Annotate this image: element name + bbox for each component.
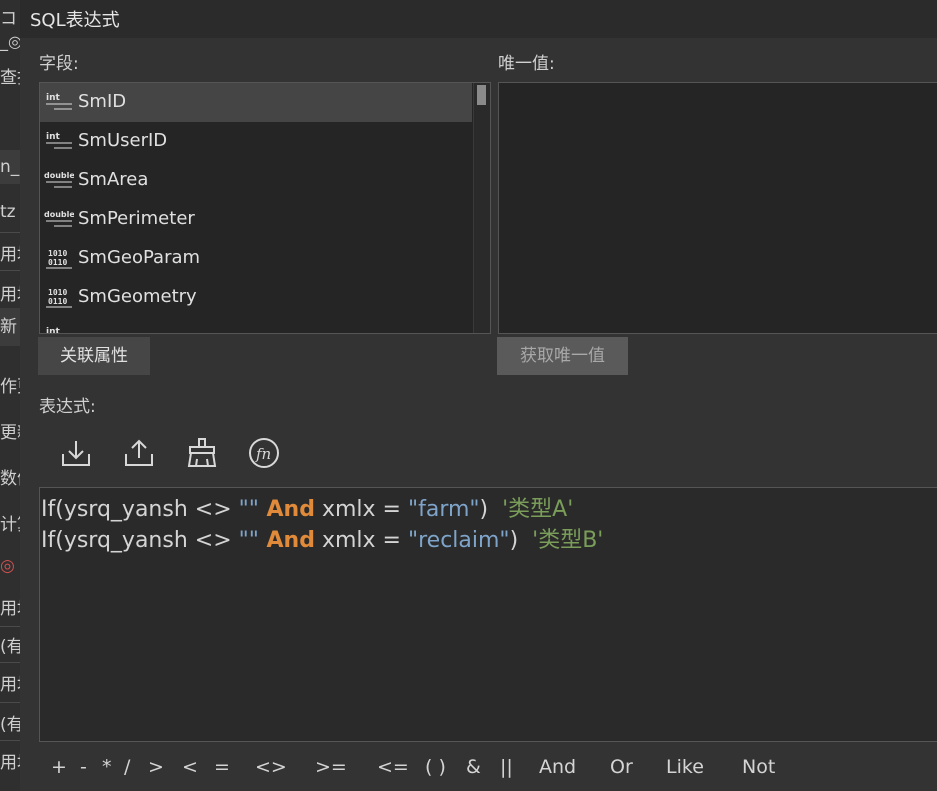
background-fragment: 更新 [0, 423, 20, 443]
expression-label: 表达式: [39, 397, 96, 417]
double-type-icon: double [44, 210, 74, 227]
field-item-partial[interactable]: int [40, 317, 472, 334]
int-type-icon: int [46, 132, 72, 149]
title-bar[interactable]: SQL表达式 [20, 0, 937, 38]
svg-text:double: double [44, 171, 74, 180]
svg-text:1010: 1010 [48, 288, 67, 297]
operator-ampersand[interactable]: & [466, 756, 481, 778]
operator-or[interactable]: Or [610, 756, 633, 778]
field-name: SmArea [78, 169, 149, 190]
background-fragment: (有 [0, 637, 20, 657]
background-fragment: 用地 [0, 675, 20, 695]
operator-or-pipe[interactable]: || [500, 756, 513, 778]
fields-label: 字段: [39, 54, 79, 74]
double-type-icon: double [44, 171, 74, 188]
svg-text:int: int [46, 327, 60, 334]
related-attributes-button[interactable]: 关联属性 [38, 337, 150, 375]
operator-multiply[interactable]: * [102, 756, 112, 778]
operator-greater[interactable]: > [148, 756, 164, 778]
background-fragment: ◎ [ [0, 556, 20, 576]
field-name: SmPerimeter [78, 208, 195, 229]
background-fragment: 新 [0, 308, 20, 346]
sql-expression-dialog: SQL表达式 字段: 唯一值: int SmID int SmUserID do… [20, 0, 937, 791]
export-icon[interactable] [122, 436, 156, 470]
operator-parentheses[interactable]: ( ) [425, 756, 446, 778]
background-fragment: 用地 [0, 245, 20, 265]
get-unique-values-button[interactable]: 获取唯一值 [497, 337, 628, 375]
background-fragment: 用地 [0, 285, 20, 305]
field-list[interactable]: int SmID int SmUserID double SmArea doub… [39, 82, 491, 334]
field-item-smgeometry[interactable]: 1010 0110 SmGeometry [40, 278, 472, 317]
function-icon[interactable]: fn [247, 436, 281, 470]
expression-line: If(ysrq_yansh <> "" And xmlx = "farm") '… [41, 497, 574, 522]
background-fragment: 用地 [0, 753, 20, 773]
field-item-smgeoparam[interactable]: 1010 0110 SmGeoParam [40, 239, 472, 278]
field-name: SmGeoParam [78, 247, 201, 268]
operator-not-equal[interactable]: <> [255, 756, 287, 778]
field-item-smperimeter[interactable]: double SmPerimeter [40, 200, 472, 239]
svg-text:fn: fn [255, 445, 271, 463]
background-fragment: 查找 [0, 68, 20, 88]
svg-text:1010: 1010 [48, 249, 67, 258]
operator-like[interactable]: Like [666, 756, 704, 778]
svg-text:0110: 0110 [48, 297, 67, 306]
scrollbar-thumb[interactable] [477, 85, 486, 105]
field-name: SmUserID [78, 130, 168, 151]
clear-icon[interactable] [185, 436, 219, 470]
background-window-strip: コ _◎ 查找 n_l tz 用地 用地 新 作更 更新 数值 计算 ◎ [ 用… [0, 0, 20, 791]
expression-line: If(ysrq_yansh <> "" And xmlx = "reclaim"… [41, 528, 604, 553]
background-fragment: 计算 [0, 515, 20, 535]
field-item-smid[interactable]: int SmID [40, 83, 472, 122]
background-fragment: _◎ [0, 32, 20, 51]
background-fragment: 数值 [0, 469, 20, 489]
operator-less-equal[interactable]: <= [377, 756, 409, 778]
svg-text:0110: 0110 [48, 258, 67, 267]
field-list-scrollbar[interactable] [473, 83, 490, 333]
background-fragment: コ [0, 9, 17, 29]
field-name: SmGeometry [78, 286, 197, 307]
binary-type-icon: 1010 0110 [46, 249, 72, 269]
operator-divide[interactable]: / [124, 756, 130, 778]
operator-minus[interactable]: - [80, 756, 87, 778]
operator-less[interactable]: < [182, 756, 198, 778]
int-type-icon: int [46, 327, 60, 334]
expression-editor[interactable]: If(ysrq_yansh <> "" And xmlx = "farm") '… [39, 487, 937, 742]
int-type-icon: int [46, 93, 72, 110]
background-fragment: 用地 [0, 599, 20, 619]
field-item-smarea[interactable]: double SmArea [40, 161, 472, 200]
operator-not[interactable]: Not [742, 756, 775, 778]
operator-bar: + - * / > < = <> >= <= ( ) & || And Or L… [20, 752, 937, 782]
unique-values-list[interactable] [498, 82, 937, 334]
operator-and[interactable]: And [539, 756, 576, 778]
import-icon[interactable] [59, 436, 93, 470]
field-item-smuserid[interactable]: int SmUserID [40, 122, 472, 161]
unique-values-label: 唯一值: [498, 54, 555, 74]
background-fragment: tz [0, 202, 16, 222]
binary-type-icon: 1010 0110 [46, 288, 72, 308]
svg-text:double: double [44, 210, 74, 219]
svg-text:int: int [46, 132, 60, 142]
background-fragment: (有 [0, 715, 20, 735]
operator-greater-equal[interactable]: >= [315, 756, 347, 778]
background-fragment: 作更 [0, 377, 20, 397]
field-name: SmID [78, 91, 127, 112]
operator-plus[interactable]: + [51, 756, 67, 778]
svg-text:int: int [46, 93, 60, 103]
background-fragment: n_l [0, 150, 20, 184]
dialog-title: SQL表达式 [30, 10, 120, 31]
operator-equal[interactable]: = [214, 756, 230, 778]
